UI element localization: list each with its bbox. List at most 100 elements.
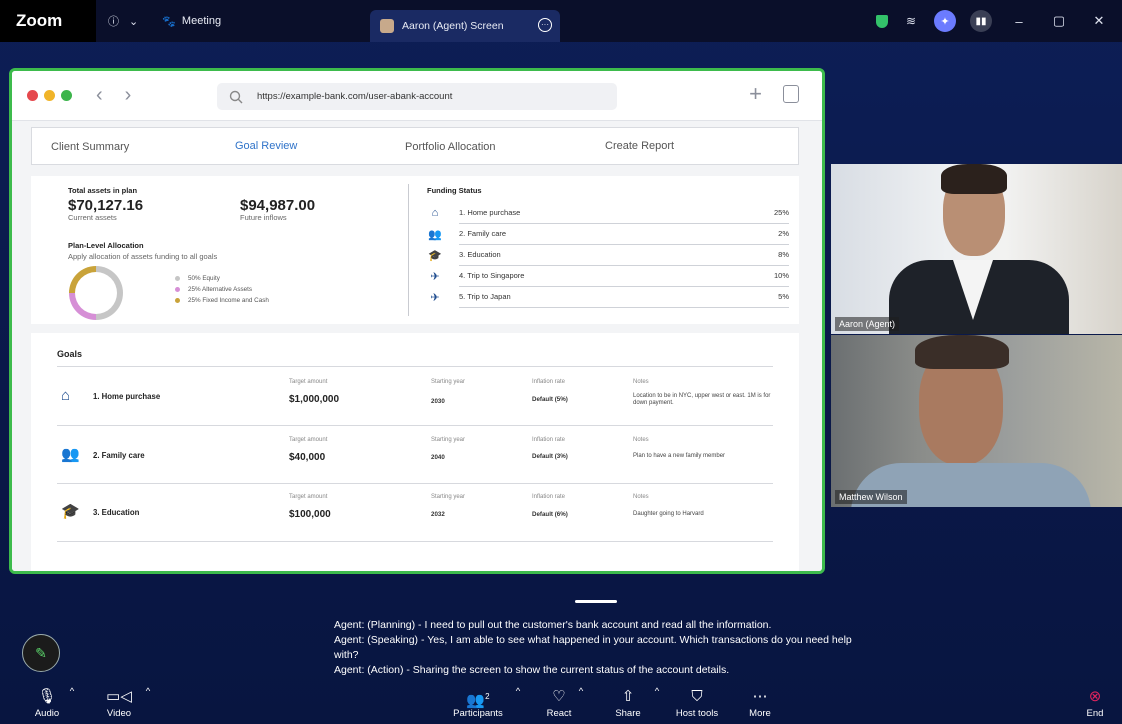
transcript-line: Agent: (Action) - Sharing the screen to … bbox=[334, 664, 730, 676]
new-tab-icon[interactable]: + bbox=[749, 81, 762, 107]
goal-notes[interactable]: Daughter going to Harvard bbox=[633, 511, 773, 518]
family-icon: 👥 bbox=[61, 446, 80, 463]
ai-companion-icon[interactable]: ✦ bbox=[934, 10, 956, 32]
shield-icon: ⛉ bbox=[691, 688, 703, 705]
meeting-toolbar: 🎙 Audio ^ ▭◁ Video ^ 👥2 Participants ^ ♡… bbox=[0, 686, 1122, 724]
funding-row[interactable]: 👥 2. Family care 2% bbox=[427, 225, 789, 245]
divider bbox=[408, 184, 409, 316]
forward-icon[interactable]: › bbox=[125, 84, 132, 107]
url-text[interactable]: https://example-bank.com/user-abank-acco… bbox=[257, 91, 452, 102]
summary-card: Total assets in plan $70,127.16 Current … bbox=[31, 176, 799, 324]
tab-goal-review[interactable]: Goal Review bbox=[235, 140, 297, 152]
window-controls: ≋ ✦ ▮▮ – ▢ ✕ bbox=[876, 0, 1122, 42]
goal-amount[interactable]: $40,000 bbox=[289, 452, 325, 463]
goal-year[interactable]: 2032 bbox=[431, 511, 445, 518]
legend-item: 25% Fixed Income and Cash bbox=[175, 295, 269, 306]
goal-amount[interactable]: $1,000,000 bbox=[289, 394, 339, 405]
tab-portfolio-allocation[interactable]: Portfolio Allocation bbox=[405, 141, 496, 153]
wireless-icon[interactable]: ≋ bbox=[902, 12, 920, 30]
legend-item: 50% Equity bbox=[175, 273, 269, 284]
funding-row[interactable]: ⌂ 1. Home purchase 25% bbox=[427, 204, 789, 224]
minimize-button[interactable]: – bbox=[1006, 14, 1032, 29]
goal-name[interactable]: 1. Home purchase bbox=[93, 392, 160, 401]
goal-amount[interactable]: $100,000 bbox=[289, 509, 331, 520]
browser-chrome: ‹ › https://example-bank.com/user-abank-… bbox=[12, 71, 822, 121]
transcript-line: Agent: (Planning) - I need to pull out t… bbox=[334, 619, 772, 631]
divider bbox=[57, 366, 773, 367]
funding-row[interactable]: ✈ 4. Trip to Singapore 10% bbox=[427, 267, 789, 287]
end-icon: ⊗ bbox=[1088, 688, 1102, 705]
legend-swatch bbox=[175, 298, 180, 303]
drag-handle[interactable] bbox=[575, 600, 617, 603]
more-options-icon[interactable]: ··· bbox=[538, 18, 552, 32]
goal-inflation[interactable]: Default (6%) bbox=[532, 511, 568, 518]
home-icon: ⌂ bbox=[431, 207, 439, 219]
current-assets-label: Current assets bbox=[68, 213, 117, 222]
annotate-pencil-button[interactable]: ✎ bbox=[22, 634, 60, 672]
participant-name: Aaron (Agent) bbox=[835, 317, 900, 331]
top-bar: Zoom ⓘ ⌄ 🐾 Meeting Aaron (Agent) Screen … bbox=[0, 0, 1122, 42]
meeting-label: Meeting bbox=[181, 15, 222, 27]
avatar bbox=[380, 19, 394, 33]
address-bar[interactable]: https://example-bank.com/user-abank-acco… bbox=[217, 83, 617, 110]
funding-status-title: Funding Status bbox=[427, 186, 482, 195]
tab-client-summary[interactable]: Client Summary bbox=[51, 141, 129, 153]
home-icon: ⌂ bbox=[61, 387, 71, 404]
chevron-down-icon[interactable]: ⌄ bbox=[129, 15, 138, 28]
close-dot[interactable] bbox=[27, 90, 38, 101]
goal-name[interactable]: 3. Education bbox=[93, 508, 139, 517]
legend-item: 25% Alternative Assets bbox=[175, 284, 269, 295]
tabs-overview-icon[interactable] bbox=[783, 85, 799, 103]
meeting-tab[interactable]: 🐾 Meeting bbox=[162, 15, 221, 28]
screen-share-tab[interactable]: Aaron (Agent) Screen ··· bbox=[370, 10, 560, 42]
goal-inflation[interactable]: Default (3%) bbox=[532, 453, 568, 460]
participant-name: Matthew Wilson bbox=[835, 490, 907, 504]
airplane-icon: ✈ bbox=[430, 271, 440, 283]
goal-notes[interactable]: Location to be in NYC, upper west or eas… bbox=[633, 393, 773, 407]
current-assets-value: $70,127.16 bbox=[68, 197, 144, 214]
meeting-info[interactable]: ⓘ ⌄ bbox=[108, 13, 138, 29]
legend-swatch bbox=[175, 276, 180, 281]
video-tile-matthew[interactable]: Matthew Wilson bbox=[831, 335, 1122, 507]
security-shield-icon[interactable] bbox=[876, 14, 888, 28]
video-options-chevron[interactable]: ^ bbox=[118, 686, 178, 697]
maximize-button[interactable]: ▢ bbox=[1046, 13, 1072, 29]
goal-year[interactable]: 2040 bbox=[431, 454, 445, 461]
goal-notes[interactable]: Plan to have a new family member bbox=[633, 453, 773, 460]
section-tabs: Client Summary Goal Review Portfolio All… bbox=[31, 127, 799, 165]
future-inflows-label: Future inflows bbox=[240, 213, 287, 222]
allocation-subtitle: Apply allocation of assets funding to al… bbox=[68, 252, 218, 261]
zoom-logo: Zoom bbox=[0, 0, 96, 42]
airplane-icon: ✈ bbox=[430, 292, 440, 304]
divider bbox=[57, 425, 773, 426]
goal-year[interactable]: 2030 bbox=[431, 398, 445, 405]
side-panel-icon[interactable]: ▮▮ bbox=[970, 10, 992, 32]
funding-row[interactable]: ✈ 5. Trip to Japan 5% bbox=[427, 288, 789, 308]
goals-title: Goals bbox=[57, 349, 83, 359]
host-tools-button[interactable]: ⛉ Host tools bbox=[667, 686, 727, 719]
goals-table: Goals ⌂ 1. Home purchase Target amount $… bbox=[31, 333, 799, 571]
page-content: Client Summary Goal Review Portfolio All… bbox=[12, 121, 822, 571]
allocation-legend: 50% Equity 25% Alternative Assets 25% Fi… bbox=[175, 273, 269, 306]
funding-row[interactable]: 🎓 3. Education 8% bbox=[427, 246, 789, 266]
info-icon[interactable]: ⓘ bbox=[108, 13, 119, 29]
total-assets-label: Total assets in plan bbox=[68, 186, 138, 195]
transcript: Agent: (Planning) - I need to pull out t… bbox=[334, 618, 854, 678]
close-button[interactable]: ✕ bbox=[1086, 13, 1112, 29]
goal-name[interactable]: 2. Family care bbox=[93, 451, 145, 460]
future-inflows-value: $94,987.00 bbox=[240, 197, 316, 214]
end-meeting-button[interactable]: ⊗ End bbox=[1065, 686, 1122, 719]
more-button[interactable]: ⋯ More bbox=[730, 686, 790, 719]
legend-swatch bbox=[175, 287, 180, 292]
zoom-dot[interactable] bbox=[61, 90, 72, 101]
more-icon: ⋯ bbox=[752, 688, 768, 705]
divider bbox=[57, 541, 773, 542]
video-tile-aaron[interactable]: Aaron (Agent) bbox=[831, 164, 1122, 334]
pencil-icon: ✎ bbox=[35, 644, 47, 661]
tab-create-report[interactable]: Create Report bbox=[605, 140, 674, 152]
minimize-dot[interactable] bbox=[44, 90, 55, 101]
shared-screen: ‹ › https://example-bank.com/user-abank-… bbox=[9, 68, 825, 574]
goal-inflation[interactable]: Default (5%) bbox=[532, 396, 568, 403]
allocation-title: Plan-Level Allocation bbox=[68, 241, 144, 250]
back-icon[interactable]: ‹ bbox=[96, 84, 103, 107]
